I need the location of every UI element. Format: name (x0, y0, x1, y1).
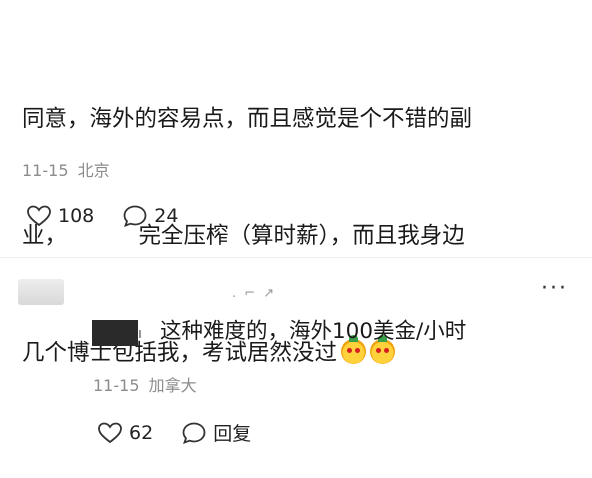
reply-date: 11-15 (93, 376, 140, 395)
reply-meta: 11-15 加拿大 (93, 372, 197, 396)
reply-button[interactable]: 回复 (181, 419, 251, 446)
comment-line: 同意，海外的容易点，而且感觉是个不错的副 (22, 106, 473, 132)
redaction-mark: ı (138, 326, 142, 342)
comment-location: 北京 (77, 161, 110, 180)
top-cropped-username: ⁻⁻⁻⁻⁻⁻⁻⁻⁻ (30, 0, 190, 6)
username: . ⌐ ↗ (232, 286, 277, 301)
reply-like-count: 62 (129, 421, 154, 444)
heart-icon (98, 422, 122, 443)
speech-bubble-icon (123, 205, 147, 227)
speech-bubble-icon (182, 422, 206, 444)
more-options-button[interactable]: ··· (541, 276, 568, 301)
divider (0, 257, 592, 258)
heart-icon (27, 205, 51, 227)
reply-count: 24 (154, 205, 179, 227)
redacted-username (92, 320, 138, 346)
avatar[interactable] (18, 279, 64, 305)
comment-meta: 11-15 北京 (22, 157, 110, 181)
reply-body: 这种难度的，海外100美金/小时 (160, 319, 467, 344)
like-button[interactable]: 108 (26, 204, 94, 228)
reply-like-button[interactable]: 62 (97, 421, 153, 445)
reply-count-button[interactable]: 24 (122, 204, 178, 228)
comment-actions: 108 24 (26, 204, 206, 228)
like-count: 108 (58, 205, 95, 227)
reply-location: 加拿大 (148, 376, 197, 395)
reply-actions: 62 回复 (97, 419, 279, 446)
comment-date: 11-15 (22, 161, 69, 180)
reply-label: 回复 (213, 423, 252, 445)
